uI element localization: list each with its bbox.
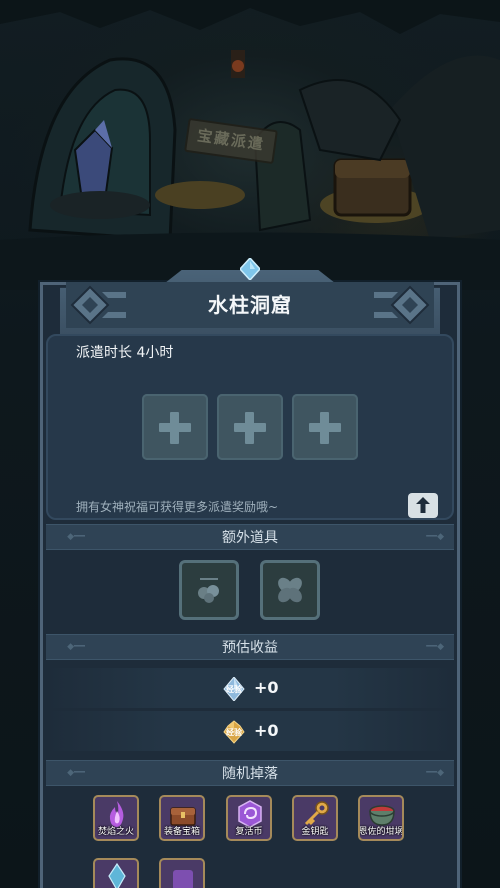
leaf-clover-icon bbox=[278, 577, 302, 603]
drop-item-partial-1[interactable] bbox=[93, 858, 139, 888]
ore-pouch-icon bbox=[198, 578, 219, 603]
divider-ornament: ◆━━ bbox=[67, 532, 85, 542]
divider-ornament: ━━◆ bbox=[426, 532, 444, 542]
hero-slot-3[interactable] bbox=[292, 394, 358, 460]
exp-icon-caption: 经验 bbox=[226, 728, 242, 737]
divider-ornament: ━━◆ bbox=[426, 768, 444, 778]
item-icon bbox=[173, 870, 193, 888]
header-ornament-left-icon bbox=[70, 285, 126, 325]
blessing-tip: 拥有女神祝福可获得更多派遣奖励哦~ bbox=[76, 500, 279, 514]
drop-item-gold-key[interactable]: 金钥匙 bbox=[292, 795, 338, 841]
extra-item-slot-2[interactable] bbox=[260, 560, 320, 620]
section-title: 预估收益 bbox=[222, 640, 278, 656]
income-value: +0 bbox=[254, 721, 279, 740]
section-extra-items: ◆━━ 额外道具 ━━◆ bbox=[46, 524, 454, 550]
drop-item-label: 金钥匙 bbox=[301, 827, 329, 837]
section-title: 随机掉落 bbox=[222, 766, 278, 782]
section-estimated-income: ◆━━ 预估收益 ━━◆ bbox=[46, 634, 454, 660]
divider-ornament: ◆━━ bbox=[67, 768, 85, 778]
header-ornament-right-icon bbox=[374, 285, 430, 325]
arrow-up-icon bbox=[416, 497, 430, 513]
section-random-drops: ◆━━ 随机掉落 ━━◆ bbox=[46, 760, 454, 786]
upgrade-button[interactable] bbox=[408, 493, 438, 518]
hero-slot-1[interactable] bbox=[142, 394, 208, 460]
drop-item-label: 装备宝箱 bbox=[163, 827, 200, 837]
divider-ornament: ◆━━ bbox=[67, 642, 85, 652]
dispatch-duration: 派遣时长 4小时 bbox=[76, 345, 174, 361]
income-row-1 bbox=[46, 668, 454, 708]
drop-item-chest[interactable]: 装备宝箱 bbox=[159, 795, 205, 841]
drop-item-revive-coin[interactable]: 复活币 bbox=[226, 795, 272, 841]
drop-item-label: 焚焰之火 bbox=[97, 827, 134, 837]
income-value: +0 bbox=[254, 678, 279, 697]
crystal-icon bbox=[108, 862, 126, 888]
income-row-2 bbox=[46, 711, 454, 751]
header-gem-icon bbox=[240, 258, 260, 280]
extra-item-slot-1[interactable] bbox=[179, 560, 239, 620]
section-title: 额外道具 bbox=[222, 530, 278, 546]
drop-item-label: 恩佐的坩埚 bbox=[358, 827, 404, 837]
hero-slot-2[interactable] bbox=[217, 394, 283, 460]
page-title: 水柱洞窟 bbox=[208, 293, 292, 317]
drop-item-crucible[interactable]: 恩佐的坩埚 bbox=[358, 795, 404, 841]
drop-item-fire[interactable]: 焚焰之火 bbox=[93, 795, 139, 841]
divider-ornament: ━━◆ bbox=[426, 642, 444, 652]
exp-icon-caption: 经验 bbox=[226, 685, 242, 694]
drop-item-label: 复活币 bbox=[235, 827, 263, 837]
drop-item-partial-2[interactable] bbox=[159, 858, 205, 888]
